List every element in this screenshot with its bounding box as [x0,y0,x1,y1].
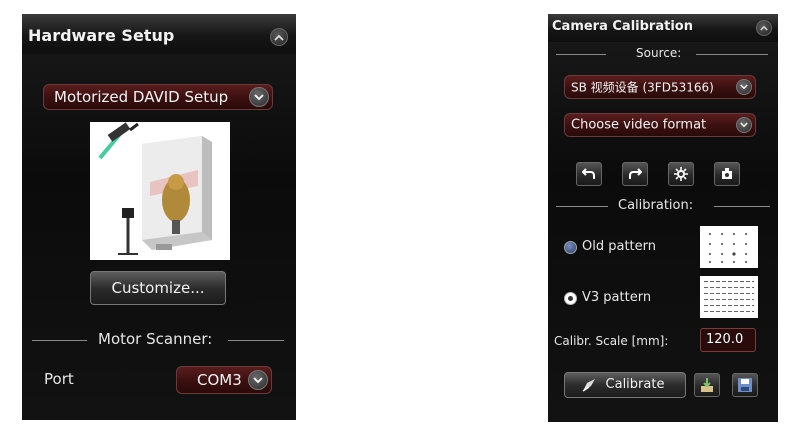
customize-button[interactable]: Customize... [90,271,226,305]
v3-pattern-label: V3 pattern [582,290,652,305]
camera-button[interactable] [714,162,740,186]
calibrate-icon [582,379,595,392]
load-icon [701,378,713,392]
v3-pattern-preview [700,276,758,318]
calibration-heading: Calibration: [618,198,694,213]
setup-select-value: Motorized DAVID Setup [54,88,229,106]
old-pattern-label: Old pattern [582,239,656,254]
divider [714,206,770,207]
video-format-select[interactable]: Choose video format [564,113,756,137]
old-pattern-radio[interactable] [564,241,577,254]
divider [556,206,608,207]
panel-title: Hardware Setup [28,26,175,45]
collapse-icon [274,34,284,41]
hardware-setup-panel: Hardware Setup Motorized DAVID Setup Cus… [22,14,296,420]
source-heading: Source: [636,46,682,60]
chevron-down-icon [736,117,752,133]
calibrate-label: Calibrate [605,377,665,392]
save-button[interactable] [732,373,758,397]
source-select-value: SB 视频设备 (3FD53166) [571,80,714,95]
calibr-scale-input[interactable]: 120.0 [700,328,756,352]
collapse-button[interactable] [756,20,772,36]
rotate-right-icon [629,168,642,179]
load-button[interactable] [694,373,720,397]
divider [696,54,768,55]
calibr-scale-label: Calibr. Scale [mm]: [554,334,669,348]
chevron-down-icon [248,370,268,390]
port-select[interactable]: COM3 [176,366,272,394]
source-select[interactable]: SB 视频设备 (3FD53166) [564,75,756,99]
chevron-down-icon [736,79,752,95]
divider [228,340,284,341]
setup-select[interactable]: Motorized DAVID Setup [43,84,273,110]
divider [32,340,87,341]
v3-pattern-radio[interactable] [564,292,577,305]
settings-button[interactable] [668,162,694,186]
divider [556,54,606,55]
rotate-left-icon [582,168,595,179]
chevron-down-icon [249,87,269,107]
setup-illustration [90,122,230,260]
panel-title: Camera Calibration [552,19,693,34]
camera-icon [722,168,732,179]
collapse-button[interactable] [270,28,288,46]
camera-calibration-panel: Camera Calibration Source: SB 视频设备 (3FD5… [548,14,778,422]
collapse-icon [760,25,768,31]
video-format-select-value: Choose video format [571,117,707,133]
save-icon [738,378,752,392]
motor-scanner-heading: Motor Scanner: [98,330,213,348]
rotate-left-button[interactable] [576,162,602,186]
calibrate-button[interactable]: Calibrate [564,372,686,398]
settings-icon [674,167,688,181]
port-label: Port [44,370,74,388]
port-select-value: COM3 [197,371,242,389]
old-pattern-preview [700,226,758,268]
rotate-right-button[interactable] [622,162,648,186]
